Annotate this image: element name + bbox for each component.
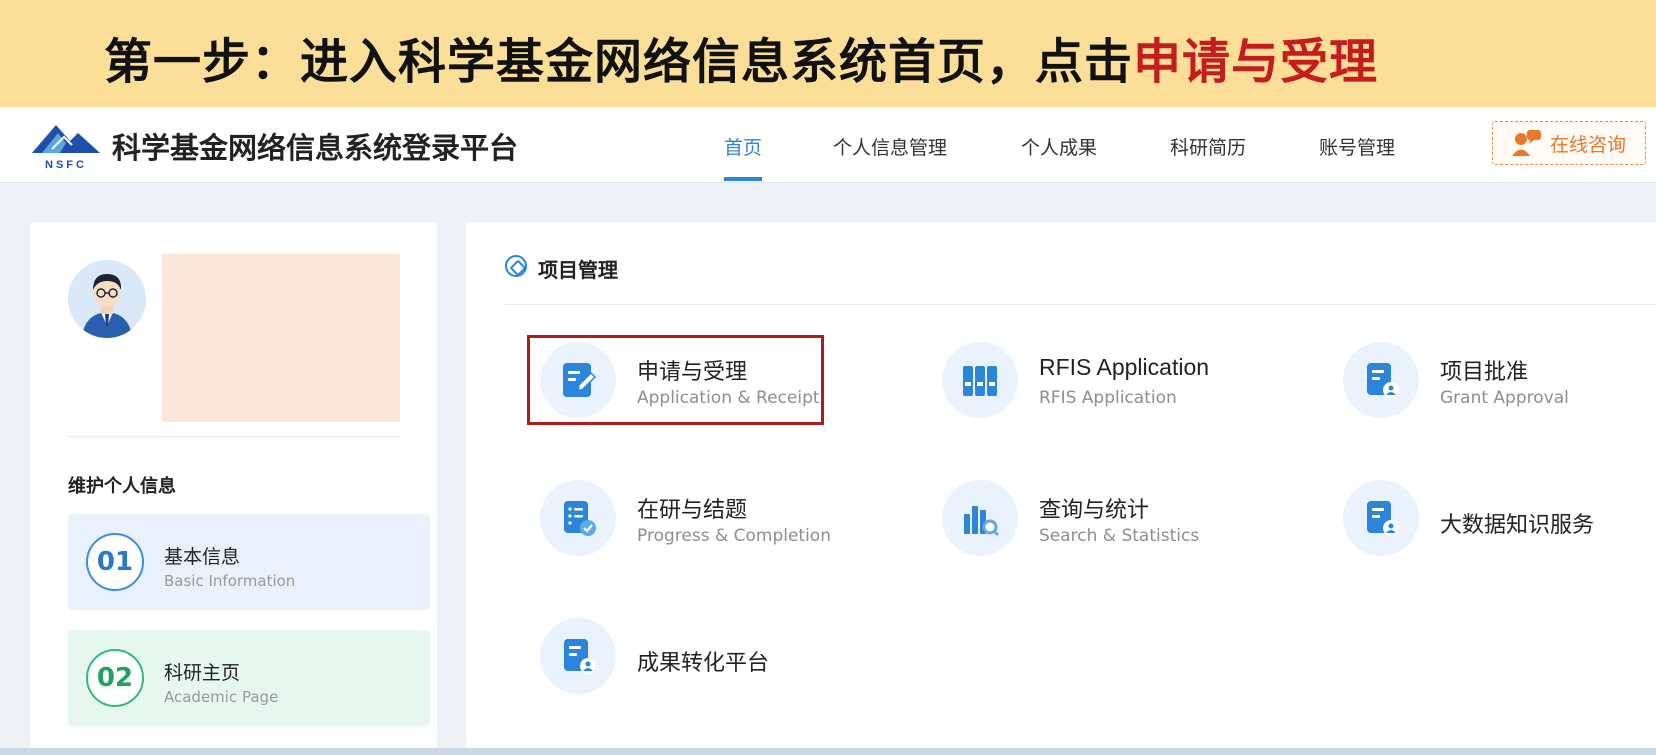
profile-panel: 维护个人信息 01 基本信息 Basic Information 02 科研主页… — [30, 222, 437, 755]
highlight-annotation-box — [527, 335, 824, 425]
module-title: 大数据知识服务 — [1440, 513, 1595, 538]
instruction-text: 第一步：进入科学基金网络信息系统首页，点击申请与受理 — [104, 22, 1378, 92]
module-subtitle: Search & Statistics — [1039, 526, 1200, 546]
chat-person-icon — [1511, 130, 1541, 156]
module-title: 查询与统计 — [1039, 498, 1150, 523]
nav-home[interactable]: 首页 — [724, 133, 762, 160]
card-title: 科研主页 — [164, 662, 241, 684]
module-achievement-transfer[interactable]: 成果转化平台 — [540, 618, 870, 698]
module-title: 在研与结题 — [637, 498, 748, 523]
nav-personal-info[interactable]: 个人信息管理 — [833, 133, 947, 160]
divider — [505, 304, 1656, 305]
module-progress-completion[interactable]: 在研与结题 Progress & Completion — [540, 480, 870, 560]
top-navbar: NSFC 科学基金网络信息系统登录平台 首页 个人信息管理 个人成果 科研简历 … — [0, 107, 1656, 183]
doc-user-icon — [540, 618, 616, 694]
logo-text: NSFC — [45, 159, 87, 171]
doc-user-icon — [1343, 342, 1419, 418]
nav-active-indicator — [724, 177, 762, 181]
module-title: 项目批准 — [1440, 360, 1529, 385]
doc-user-icon — [1343, 480, 1419, 556]
basic-info-card[interactable]: 01 基本信息 Basic Information — [68, 514, 430, 610]
step-number: 01 — [86, 533, 144, 591]
academic-page-card[interactable]: 02 科研主页 Academic Page — [68, 630, 430, 726]
module-subtitle: Grant Approval — [1440, 388, 1569, 408]
step-number: 02 — [86, 649, 144, 707]
module-big-data-service[interactable]: 大数据知识服务 — [1343, 480, 1656, 560]
instruction-highlight: 申请与受理 — [1133, 34, 1379, 90]
module-search-statistics[interactable]: 查询与统计 Search & Statistics — [942, 480, 1272, 560]
card-title: 基本信息 — [164, 546, 241, 568]
instruction-banner: 第一步：进入科学基金网络信息系统首页，点击申请与受理 — [0, 0, 1656, 107]
consult-label: 在线咨询 — [1549, 133, 1626, 156]
compass-icon — [505, 255, 527, 277]
module-title: 成果转化平台 — [637, 651, 770, 676]
card-subtitle: Academic Page — [164, 688, 279, 706]
bottom-strip — [0, 748, 1656, 755]
binders-icon — [942, 342, 1018, 418]
chart-search-icon — [942, 480, 1018, 556]
brand-title: 科学基金网络信息系统登录平台 — [112, 131, 519, 165]
module-title: RFIS Application — [1039, 354, 1210, 380]
nsfc-logo[interactable]: NSFC — [30, 119, 102, 171]
project-management-panel: 项目管理 申请与受理 Application & Receipt RFIS Ap… — [466, 222, 1656, 755]
card-subtitle: Basic Information — [164, 572, 296, 590]
instruction-prefix: 第一步：进入科学基金网络信息系统首页，点击 — [104, 34, 1134, 90]
online-consult-button[interactable]: 在线咨询 — [1492, 121, 1646, 165]
nav-achievements[interactable]: 个人成果 — [1021, 133, 1097, 160]
nav-resume[interactable]: 科研简历 — [1170, 133, 1246, 160]
maintain-info-title: 维护个人信息 — [68, 476, 176, 497]
redacted-profile-info — [162, 254, 400, 422]
checklist-icon — [540, 480, 616, 556]
nav-account[interactable]: 账号管理 — [1319, 133, 1395, 160]
module-subtitle: RFIS Application — [1039, 388, 1177, 408]
divider — [68, 436, 400, 437]
module-subtitle: Progress & Completion — [637, 526, 831, 546]
module-rfis-application[interactable]: RFIS Application RFIS Application — [942, 342, 1272, 422]
section-title: 项目管理 — [538, 258, 618, 282]
module-grant-approval[interactable]: 项目批准 Grant Approval — [1343, 342, 1656, 422]
avatar[interactable] — [68, 260, 146, 338]
